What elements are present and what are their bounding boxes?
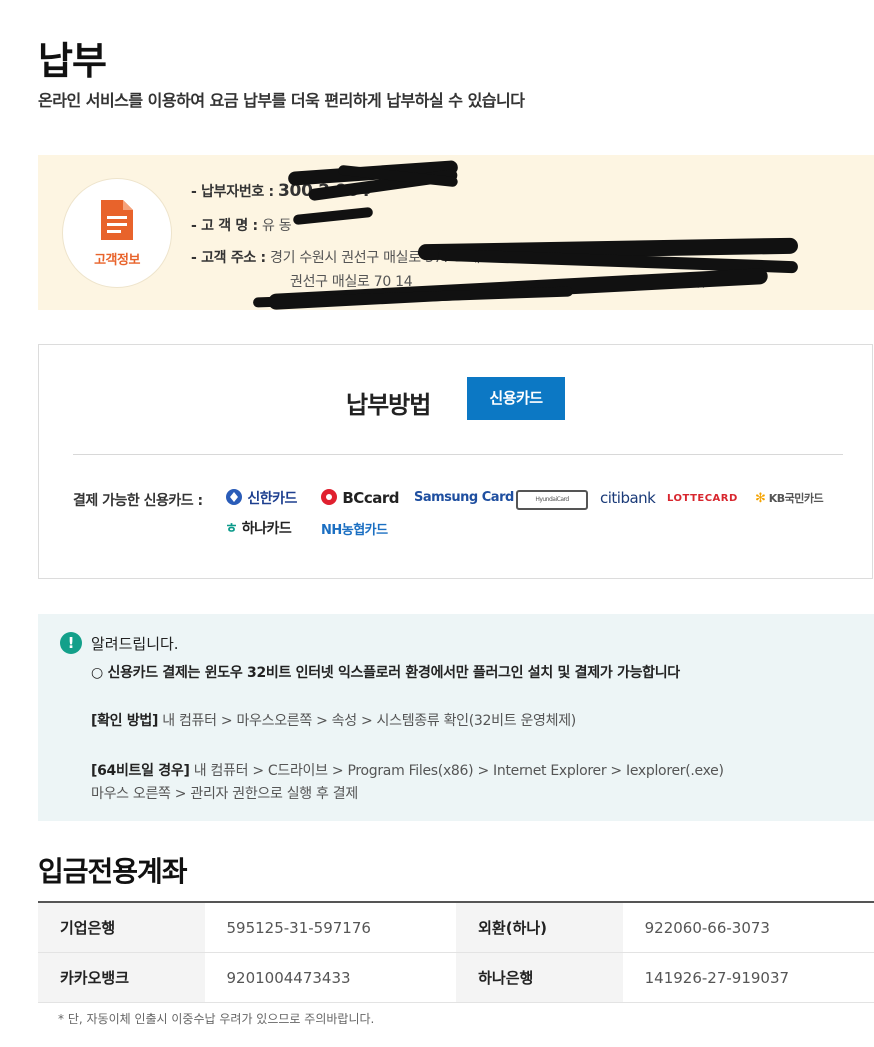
accounts-footnote: * 단, 자동이체 인출시 이중수납 우려가 있으므로 주의바랍니다.	[58, 1012, 375, 1026]
name-row: - 고 객 명 : 유 동	[191, 215, 292, 235]
hana-logo-icon: ㅎ	[225, 521, 238, 537]
payment-method-title: 납부방법	[346, 391, 431, 419]
page-title: 납부	[38, 39, 107, 83]
notice-title: 알려드립니다.	[91, 635, 179, 653]
notice-64bit: [64비트일 경우] 내 컴퓨터 > C드라이브 > Program Files…	[91, 760, 724, 780]
redaction-mark	[292, 206, 374, 226]
accounts-title: 입금전용계좌	[38, 855, 188, 888]
bank-name: 기업은행	[38, 901, 205, 953]
card-logo-lotte: LOTTECARD	[667, 493, 738, 504]
payer-no-label: - 납부자번호 :	[191, 184, 274, 200]
account-number: 141926-27-919037	[622, 952, 874, 1003]
available-cards-label: 결제 가능한 신용카드 :	[73, 493, 203, 509]
check-method-label: [확인 방법]	[91, 713, 159, 729]
nh-logo-icon: NH농협카드	[321, 523, 388, 538]
x64-label: [64비트일 경우]	[91, 763, 190, 779]
payment-method-panel: 납부방법 신용카드 결제 가능한 신용카드 : 신한카드 BCcard Sams…	[38, 344, 873, 579]
card-logo-hana: ㅎ 하나카드	[225, 521, 292, 537]
notice-check-method: [확인 방법] 내 컴퓨터 > 마우스오른쪽 > 속성 > 시스템종류 확인(3…	[91, 710, 576, 730]
notice-panel: ! 알려드립니다. ○ 신용카드 결제는 윈도우 32비트 인터넷 익스플로러 …	[38, 614, 874, 821]
customer-badge-label: 고객정보	[94, 253, 140, 268]
card-logo-kb: ✻ KB국민카드	[755, 491, 824, 506]
bank-name: 하나은행	[456, 952, 623, 1003]
notice-64bit-line2: 마우스 오른쪽 > 관리자 권한으로 실행 후 결제	[91, 783, 358, 803]
bc-logo-icon	[321, 489, 337, 505]
address-label: - 고객 주소 :	[191, 250, 266, 266]
customer-badge: 고객정보	[62, 178, 172, 288]
card-logo-samsung: Samsung Card	[414, 490, 514, 505]
kb-logo-icon: ✻	[755, 491, 766, 506]
lotte-logo-icon: LOTTECARD	[667, 493, 738, 504]
shinhan-logo-icon	[226, 489, 242, 505]
check-method-text: 내 컴퓨터 > 마우스오른쪽 > 속성 > 시스템종류 확인(32비트 운영체제…	[162, 713, 576, 729]
account-number: 922060-66-3073	[622, 901, 874, 953]
alert-icon: !	[60, 632, 82, 654]
samsung-logo-icon: Samsung Card	[414, 490, 514, 505]
citi-logo-icon: citibank	[600, 489, 656, 507]
bank-name: 카카오뱅크	[38, 952, 205, 1003]
bank-name: 외환(하나)	[456, 901, 623, 953]
customer-info-panel: 고객정보 - 납부자번호 : 300 2 964 - 고 객 명 : 유 동 -…	[38, 155, 874, 311]
card-logo-bc: BCcard	[320, 488, 399, 507]
name-label: - 고 객 명 :	[191, 218, 258, 234]
document-icon	[101, 200, 133, 240]
card-logo-shinhan: 신한카드	[225, 488, 297, 508]
card-logo-citi: citibank	[600, 489, 656, 507]
table-row: 기업은행 595125-31-597176 외환(하나) 922060-66-3…	[38, 901, 874, 953]
table-row: 카카오뱅크 9201004473433 하나은행 141926-27-91903…	[38, 952, 874, 1003]
notice-line-1: ○ 신용카드 결제는 윈도우 32비트 인터넷 익스플로러 환경에서만 플러그인…	[91, 665, 680, 681]
name-value: 유 동	[262, 218, 292, 234]
account-number: 595125-31-597176	[204, 901, 457, 953]
credit-card-button[interactable]: 신용카드	[467, 377, 565, 420]
x64-text: 내 컴퓨터 > C드라이브 > Program Files(x86) > Int…	[193, 763, 724, 779]
accounts-table: 기업은행 595125-31-597176 외환(하나) 922060-66-3…	[38, 901, 874, 1003]
x64-text-2: 마우스 오른쪽 > 관리자 권한으로 실행 후 결제	[91, 786, 358, 802]
card-logo-hyundai: HyundaiCard	[516, 489, 588, 510]
divider	[73, 454, 843, 455]
card-logo-nh: NH농협카드	[321, 519, 388, 538]
page-subtitle: 온라인 서비스를 이용하여 요금 납부를 더욱 편리하게 납부하실 수 있습니다	[38, 91, 525, 110]
hyundai-logo-icon: HyundaiCard	[516, 490, 588, 510]
account-number: 9201004473433	[204, 952, 457, 1003]
